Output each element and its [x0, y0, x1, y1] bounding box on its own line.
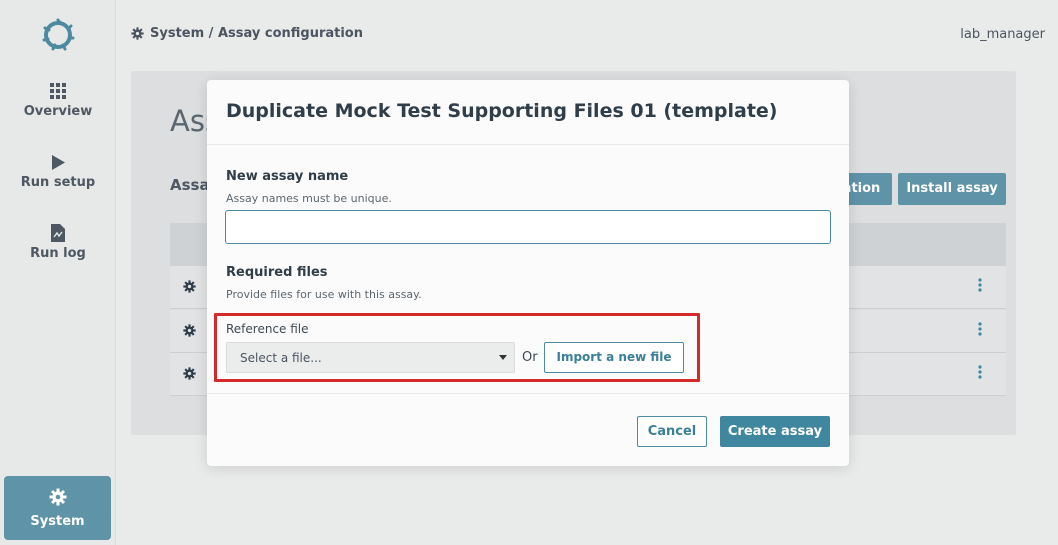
create-assay-button[interactable]: Create assay: [720, 416, 830, 447]
gear-icon: [49, 488, 66, 506]
sidebar-item-system[interactable]: System: [4, 476, 111, 540]
required-files-label: Required files: [226, 265, 328, 280]
section-title: Assa: [170, 176, 210, 194]
cancel-button[interactable]: Cancel: [637, 416, 707, 447]
sidebar-item-overview[interactable]: Overview: [0, 83, 116, 119]
sidebar-item-label: Overview: [23, 104, 93, 119]
app-logo-icon: [42, 18, 75, 51]
install-assay-button[interactable]: Install assay: [898, 173, 1006, 205]
user-menu[interactable]: lab_manager: [960, 27, 1045, 42]
kebab-menu-icon[interactable]: [978, 365, 982, 379]
highlight-box: [214, 313, 700, 382]
required-files-help: Provide files for use with this assay.: [226, 288, 422, 301]
new-assay-name-label: New assay name: [226, 169, 349, 184]
play-icon: [52, 155, 65, 170]
new-assay-name-help: Assay names must be unique.: [226, 192, 392, 205]
sidebar-item-run-log[interactable]: Run log: [0, 224, 116, 261]
grid-icon: [49, 83, 66, 99]
sidebar: Overview Run setup Run log System: [0, 0, 116, 545]
breadcrumb-text: System / Assay configuration: [150, 26, 363, 41]
kebab-menu-icon[interactable]: [978, 278, 982, 292]
kebab-menu-icon[interactable]: [978, 322, 982, 336]
sidebar-item-label: Run setup: [20, 175, 96, 190]
duplicate-assay-dialog: Duplicate Mock Test Supporting Files 01 …: [207, 80, 849, 466]
document-icon: [51, 224, 65, 242]
dialog-title: Duplicate Mock Test Supporting Files 01 …: [226, 100, 778, 122]
gear-icon[interactable]: [183, 324, 196, 337]
gear-icon[interactable]: [183, 367, 196, 380]
breadcrumb: System / Assay configuration: [131, 26, 363, 41]
sidebar-item-run-setup[interactable]: Run setup: [0, 154, 116, 190]
gear-icon[interactable]: [183, 280, 196, 293]
divider: [207, 144, 849, 145]
sidebar-item-label: Run log: [30, 246, 86, 261]
sidebar-item-label: System: [30, 514, 85, 529]
gear-icon: [131, 27, 144, 40]
divider: [207, 393, 849, 394]
new-assay-name-input[interactable]: [225, 210, 831, 244]
